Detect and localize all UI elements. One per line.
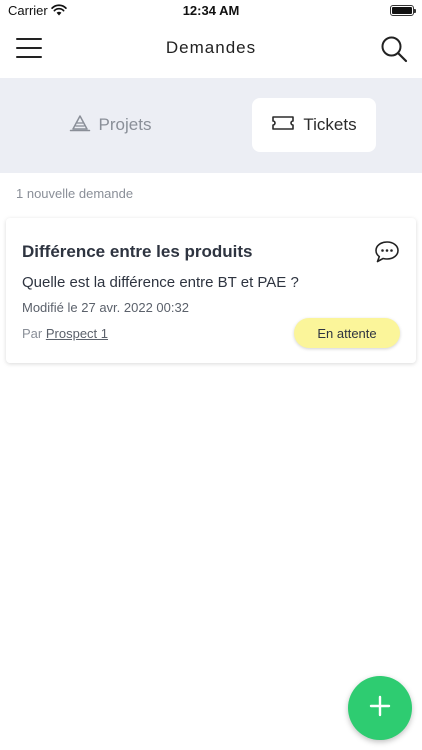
segmented-control: Projets Tickets [0,78,422,173]
status-bar: Carrier 12:34 AM [0,0,422,22]
tab-tickets-label: Tickets [303,115,357,134]
request-author: Par Prospect 1 [22,326,108,341]
author-link[interactable]: Prospect 1 [46,326,108,341]
request-count: 1 nouvelle demande [16,186,134,201]
search-icon[interactable] [380,35,408,63]
author-prefix: Par [22,326,43,341]
tab-projets[interactable]: Projets [20,98,200,152]
clock: 12:34 AM [182,3,240,18]
navigation-bar: Demandes [0,22,422,78]
ticket-icon [271,115,295,136]
status-badge: En attente [294,318,400,348]
page-title: Demandes [165,38,257,57]
plus-icon [369,695,391,722]
request-question: Quelle est la différence entre BT et PAE… [22,274,299,291]
request-title: Différence entre les produits [22,242,253,261]
tab-projets-label: Projets [98,115,152,134]
request-card[interactable]: Différence entre les produits Quelle est… [6,218,416,363]
chat-bubble-icon[interactable] [374,240,400,264]
request-modified-date: Modifié le 27 avr. 2022 00:32 [22,300,189,315]
battery-icon [390,5,416,16]
add-request-button[interactable] [348,676,412,740]
tab-tickets[interactable]: Tickets [252,98,376,152]
traffic-cone-icon [69,114,91,137]
